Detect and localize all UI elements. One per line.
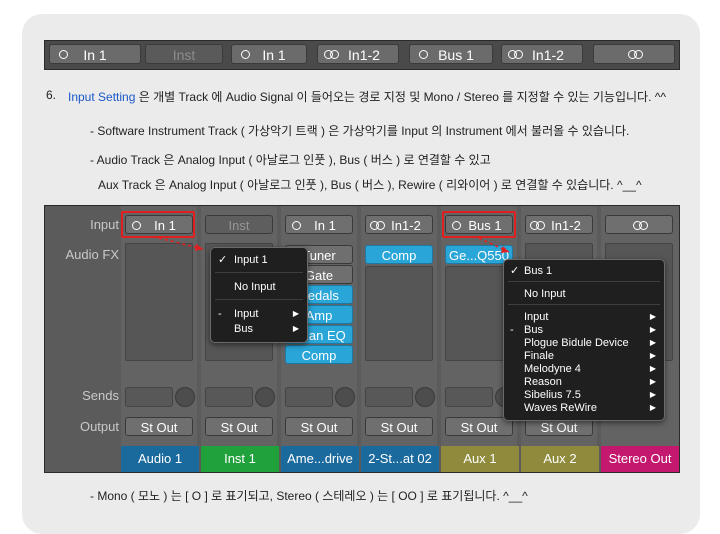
- menu-item-input-submenu[interactable]: - Input ▶: [211, 307, 307, 321]
- chevron-right-icon: ▶: [649, 390, 656, 399]
- menu-separator: [508, 281, 660, 282]
- menu-item-no-input[interactable]: No Input: [211, 280, 307, 294]
- item-number: 6.: [46, 88, 57, 102]
- strip-input-button-1[interactable]: In 1: [49, 44, 141, 64]
- strip-input-button-6[interactable]: In1-2: [501, 44, 583, 64]
- menu-item-bus-submenu[interactable]: - Bus ▶: [504, 323, 664, 337]
- input-popup-menu: ✓ Input 1 No Input - Input ▶ Bus ▶: [210, 247, 308, 343]
- menu-separator: [508, 304, 660, 305]
- input-setting-link[interactable]: Input Setting: [68, 90, 135, 104]
- bullet-mono-stereo: - Mono ( 모노 ) 는 [ O ] 로 표기되고, Stereo ( 스…: [90, 489, 528, 503]
- arrowhead-input-menu: [195, 244, 203, 251]
- chevron-right-icon: ▶: [649, 364, 656, 373]
- strip-input-button-2[interactable]: Inst: [145, 44, 223, 64]
- menu-item-reason[interactable]: Reason ▶: [504, 375, 664, 389]
- bullet-software-instrument: - Software Instrument Track ( 가상악기 트랙 ) …: [90, 124, 630, 138]
- bullet-audio-track: - Audio Track 은 Analog Input ( 아날로그 인풋 )…: [90, 153, 491, 167]
- item-paragraph: Input Setting 은 개별 Track 에 Audio Signal …: [68, 90, 667, 104]
- menu-item-bus-submenu[interactable]: Bus ▶: [211, 322, 307, 336]
- arrowhead-bus-menu: [501, 246, 509, 253]
- input-strip-example: In 1 Inst In 1 In1-2 Bus 1 In1-2: [44, 40, 680, 70]
- menu-separator: [215, 299, 303, 300]
- chevron-right-icon: ▶: [649, 403, 656, 412]
- menu-item-finale[interactable]: Finale ▶: [504, 349, 664, 363]
- strip-input-button-5[interactable]: Bus 1: [409, 44, 493, 64]
- bullet-aux-track: Aux Track 은 Analog Input ( 아날로그 인풋 ), Bu…: [98, 178, 642, 192]
- chevron-right-icon: ▶: [292, 324, 299, 333]
- chevron-right-icon: ▶: [649, 312, 656, 321]
- menu-item-input-1[interactable]: ✓ Input 1: [211, 253, 307, 267]
- chevron-right-icon: ▶: [649, 338, 656, 347]
- stereo-icon: [628, 50, 643, 60]
- menu-item-sibelius[interactable]: Sibelius 7.5 ▶: [504, 388, 664, 402]
- menu-item-waves-rewire[interactable]: Waves ReWire ▶: [504, 401, 664, 415]
- strip-input-button-3[interactable]: In 1: [231, 44, 307, 64]
- menu-separator: [215, 272, 303, 273]
- chevron-right-icon: ▶: [649, 377, 656, 386]
- menu-item-melodyne[interactable]: Melodyne 4 ▶: [504, 362, 664, 376]
- menu-item-bus-1[interactable]: ✓ Bus 1: [504, 264, 664, 278]
- menu-item-plogue-bidule[interactable]: Plogue Bidule Device ▶: [504, 336, 664, 350]
- menu-item-no-input[interactable]: No Input: [504, 287, 664, 301]
- menu-item-input-submenu[interactable]: Input ▶: [504, 310, 664, 324]
- strip-input-button-4[interactable]: In1-2: [317, 44, 399, 64]
- bus-popup-menu: ✓ Bus 1 No Input Input ▶ - Bus ▶ Plogue …: [503, 259, 665, 421]
- chevron-right-icon: ▶: [292, 309, 299, 318]
- chevron-right-icon: ▶: [649, 325, 656, 334]
- chevron-right-icon: ▶: [649, 351, 656, 360]
- strip-input-button-7[interactable]: [593, 44, 675, 64]
